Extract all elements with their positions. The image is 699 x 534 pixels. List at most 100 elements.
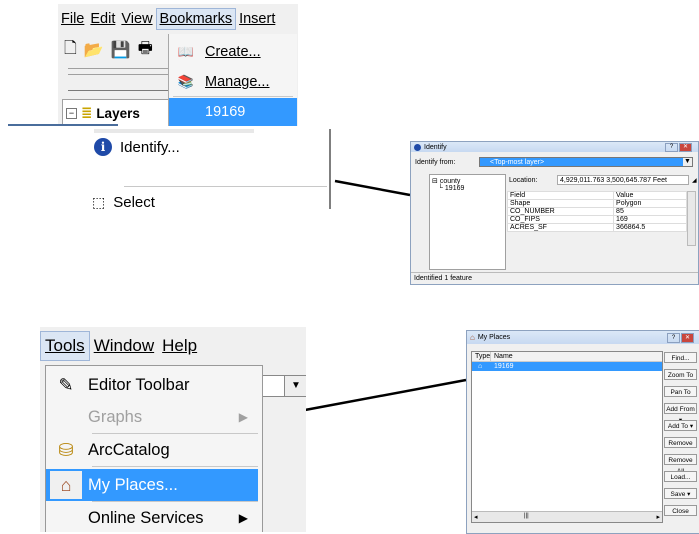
manage-bookmarks-item[interactable]: 📚 Manage...: [169, 68, 297, 96]
close-button[interactable]: Close: [664, 505, 697, 516]
remove-all-button[interactable]: Remove All: [664, 454, 697, 475]
context-menu-snippet: i Identify... ⬚ Select: [88, 129, 331, 209]
open-folder-icon[interactable]: 📂: [84, 40, 104, 60]
select-arrow-icon: ⬚: [92, 193, 106, 210]
create-bookmark-icon: 📖: [177, 44, 195, 59]
list-header: Type Name: [472, 352, 662, 362]
tools-menu-panel: Tools Window Help ▼ ✎ Editor Toolbar Gra…: [40, 327, 306, 532]
identify-window: Identify ? ✕ Identify from: <Top-most la…: [410, 141, 699, 285]
load-button[interactable]: Load...: [664, 471, 697, 482]
create-bookmark-item[interactable]: 📖 Create...: [169, 38, 297, 66]
table-row: ACRES_SF 366864.5: [506, 223, 687, 232]
column-name: Name: [494, 353, 513, 360]
toolbar-divider: [68, 74, 173, 75]
collapse-icon[interactable]: −: [66, 107, 77, 119]
identify-menu-item[interactable]: i Identify...: [88, 134, 180, 160]
close-icon[interactable]: ✕: [681, 333, 694, 343]
scroll-thumb-grip[interactable]: |||: [524, 513, 529, 519]
menu-help[interactable]: Help: [158, 336, 201, 356]
menu-edit[interactable]: Edit: [87, 11, 118, 27]
scroll-left-icon: ◂: [474, 514, 478, 521]
standard-toolbar: 🗋 📂 💾 🖶: [58, 34, 176, 66]
column-field: Field: [506, 191, 615, 200]
identify-from-select[interactable]: <Top-most layer> ▼: [479, 157, 693, 167]
my-places-window: ⌂ My Places ? ✕ Type Name ⌂ 19169 ◂ ||| …: [466, 330, 699, 534]
toolbar-divider: [68, 90, 173, 91]
connector-identify: [334, 179, 411, 197]
title-bar: ⌂ My Places ? ✕: [467, 331, 699, 344]
tree-node-19169[interactable]: └ 19169: [438, 185, 464, 192]
toolbar-combo[interactable]: ▼: [261, 375, 306, 397]
chevron-down-icon[interactable]: ▼: [284, 376, 306, 396]
menu-insert[interactable]: Insert: [236, 11, 278, 27]
arccatalog-item[interactable]: ⛁ ArcCatalog: [46, 434, 258, 466]
pane-border: [329, 129, 331, 209]
menu-bar: Tools Window Help: [40, 327, 306, 365]
save-icon[interactable]: 💾: [111, 40, 131, 60]
close-icon[interactable]: ✕: [679, 143, 692, 152]
tree-node-county[interactable]: ⊟ county: [432, 177, 460, 185]
layers-node[interactable]: − ≣ Layers: [62, 99, 172, 126]
menu-bookmarks[interactable]: Bookmarks: [155, 8, 237, 30]
title-bar: Identify ? ✕: [411, 142, 698, 152]
location-value: 4,929,011.763 3,500,645.787 Feet: [557, 175, 689, 185]
menu-view[interactable]: View: [118, 11, 155, 27]
horizontal-scrollbar[interactable]: ◂ ||| ▸: [472, 511, 662, 522]
location-menu-icon[interactable]: ◢: [692, 177, 697, 184]
submenu-arrow-icon: ▶: [238, 410, 248, 424]
my-places-item[interactable]: ⌂ My Places...: [46, 469, 258, 501]
add-to-button[interactable]: Add To ▾: [664, 420, 697, 431]
results-tree[interactable]: ⊟ county └ 19169: [429, 174, 506, 270]
save-button[interactable]: Save ▾: [664, 488, 697, 499]
scroll-right-icon: ▸: [656, 514, 660, 521]
identify-icon: i: [94, 138, 112, 156]
menu-file[interactable]: File: [58, 11, 87, 27]
bookmark-type-icon: ⌂: [478, 363, 483, 370]
identify-icon: [414, 143, 421, 151]
identify-from-label: Identify from:: [415, 159, 456, 166]
chevron-down-icon[interactable]: ▼: [683, 158, 692, 166]
find-button[interactable]: Find...: [664, 352, 697, 363]
table-row: Shape Polygon: [506, 199, 687, 208]
menu-window[interactable]: Window: [90, 336, 158, 356]
remove-button[interactable]: Remove: [664, 437, 697, 448]
vertical-scrollbar[interactable]: [687, 191, 696, 246]
zoom-to-button[interactable]: Zoom To: [664, 369, 697, 380]
layers-icon: ≣: [81, 105, 93, 120]
location-label: Location:: [509, 177, 538, 184]
help-icon[interactable]: ?: [667, 333, 680, 343]
layers-label: Layers: [96, 105, 140, 121]
details-pane: Location: 4,929,011.763 3,500,645.787 Fe…: [506, 174, 697, 268]
menu-bar: File Edit View Bookmarks Insert: [58, 4, 298, 34]
arccatalog-icon: ⛁: [58, 439, 74, 460]
graphs-item[interactable]: Graphs ▶: [46, 401, 258, 433]
list-item[interactable]: ⌂ 19169: [472, 362, 662, 371]
menu-separator: [124, 186, 327, 187]
menu-separator: [173, 96, 293, 97]
menu-tools[interactable]: Tools: [40, 331, 90, 361]
editor-toolbar-item[interactable]: ✎ Editor Toolbar: [46, 369, 258, 401]
select-menu-item[interactable]: ⬚ Select: [88, 189, 155, 210]
help-icon[interactable]: ?: [665, 143, 678, 152]
connector-myplaces: [304, 378, 467, 412]
tools-dropdown: ✎ Editor Toolbar Graphs ▶ ⛁ ArcCatalog ⌂…: [45, 365, 263, 532]
window-edge-line: [8, 124, 118, 126]
attributes-table: Field Value Shape Polygon CO_NUMBER 85 CO_F…: [506, 191, 687, 232]
places-list[interactable]: Type Name ⌂ 19169 ◂ ||| ▸: [471, 351, 663, 523]
status-bar: Identified 1 feature: [411, 272, 698, 283]
manage-bookmarks-icon: 📚: [177, 74, 195, 89]
column-type: Type: [475, 353, 491, 360]
pan-to-button[interactable]: Pan To: [664, 386, 697, 397]
column-value: Value: [613, 191, 687, 200]
editor-toolbar-icon: ✎: [58, 374, 74, 395]
clipped-menu-item: [94, 129, 254, 133]
new-document-icon[interactable]: 🗋: [64, 37, 77, 64]
table-row: CO_FIPS 169: [506, 215, 687, 224]
bookmarks-menu-panel: File Edit View Bookmarks Insert 🗋 📂 💾 🖶 …: [58, 4, 298, 126]
online-services-item[interactable]: Online Services ▶: [46, 502, 258, 532]
bookmark-19169-item[interactable]: 19169: [169, 98, 297, 126]
home-icon: ⌂: [50, 471, 82, 499]
add-from-button[interactable]: Add From ▾: [664, 403, 697, 424]
menu-separator: [92, 466, 258, 467]
print-icon[interactable]: 🖶: [138, 37, 153, 64]
